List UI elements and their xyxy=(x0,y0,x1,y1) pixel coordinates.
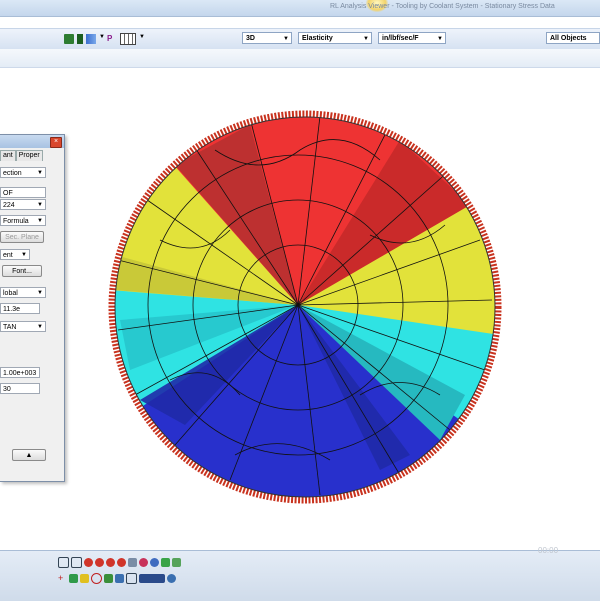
min-field[interactable]: 1.00e+003 xyxy=(0,367,40,378)
redo-icon[interactable] xyxy=(71,557,82,568)
gear-icon[interactable] xyxy=(150,558,159,567)
panel-tabs: ant Proper xyxy=(0,150,43,161)
type-select-value: ection xyxy=(3,170,22,177)
grid-icon[interactable] xyxy=(120,33,136,45)
chevron-down-icon: ▼ xyxy=(283,36,289,42)
chevron-down-icon: ▼ xyxy=(37,290,43,296)
view-combo-value: 3D xyxy=(246,35,255,42)
p-icon[interactable]: P xyxy=(107,34,117,44)
title-bar: RL Analysis Viewer - Tooling by Coolant … xyxy=(0,0,600,17)
dropdown-arrow-icon[interactable]: ▼ xyxy=(99,34,105,44)
tab-properties[interactable]: Proper xyxy=(15,150,43,161)
chevron-down-icon: ▼ xyxy=(37,324,43,330)
plus-icon[interactable]: + xyxy=(58,574,67,583)
save-icon[interactable] xyxy=(172,558,181,567)
pen-icon[interactable] xyxy=(128,558,137,567)
view-icon[interactable] xyxy=(115,574,124,583)
stress-plot xyxy=(108,110,502,504)
chart-icon[interactable] xyxy=(86,34,96,44)
sec-plane-button[interactable]: Sec. Plane xyxy=(0,231,44,243)
id-select[interactable]: 224 ▼ xyxy=(0,199,46,210)
secondary-band xyxy=(0,49,600,68)
main-toolbar: ▼ P ▼ 3D ▼ Elasticity ▼ in/lbf/sec/F ▼ All … xyxy=(0,28,600,50)
mesh-icon[interactable] xyxy=(139,574,165,583)
expand-button[interactable]: ▲ xyxy=(12,449,46,461)
filter-combo-value: All Objects xyxy=(550,35,587,42)
component-select-value: ent xyxy=(3,252,13,259)
component-select[interactable]: ent ▼ xyxy=(0,249,30,260)
bottom-toolbar-row-2: + xyxy=(58,573,176,584)
coord-select[interactable]: lobal ▼ xyxy=(0,287,46,298)
circle-icon[interactable] xyxy=(91,573,102,584)
scale-select[interactable]: TAN ▼ xyxy=(0,321,46,332)
target-icon[interactable] xyxy=(139,558,148,567)
result-combo[interactable]: Elasticity ▼ xyxy=(298,32,372,44)
refresh-icon[interactable] xyxy=(161,558,170,567)
node-icon[interactable] xyxy=(69,574,78,583)
section-icon[interactable] xyxy=(77,34,83,44)
type-select[interactable]: ection ▼ xyxy=(0,167,46,178)
step-field[interactable]: 30 xyxy=(0,383,40,394)
model-viewport[interactable] xyxy=(0,68,600,550)
grid-icon[interactable] xyxy=(126,573,137,584)
stop-icon[interactable] xyxy=(84,558,93,567)
max-field[interactable]: 11.3e xyxy=(0,303,40,314)
bottom-toolbar: + xyxy=(0,550,600,601)
chevron-down-icon: ▼ xyxy=(437,36,443,42)
window-title: RL Analysis Viewer - Tooling by Coolant … xyxy=(330,3,555,10)
panel-header: × xyxy=(0,135,64,148)
view-combo[interactable]: 3D ▼ xyxy=(242,32,292,44)
undo-icon[interactable] xyxy=(58,557,69,568)
formula-select[interactable]: Formula ▼ xyxy=(0,215,46,226)
line-icon[interactable] xyxy=(80,574,89,583)
result-combo-value: Elasticity xyxy=(302,35,333,42)
chevron-down-icon: ▼ xyxy=(37,202,43,208)
chevron-down-icon: ▼ xyxy=(37,218,43,224)
font-button[interactable]: Font... xyxy=(2,265,42,277)
element-icon[interactable] xyxy=(104,574,113,583)
properties-panel: × ant Proper ection ▼ OF 224 ▼ Formula ▼ Se… xyxy=(0,134,65,482)
toolbar-icons: ▼ P ▼ xyxy=(64,32,145,46)
mesh-icon[interactable] xyxy=(64,34,74,44)
display-icon[interactable] xyxy=(167,574,176,583)
coord-select-value: lobal xyxy=(3,290,18,297)
formula-select-value: Formula xyxy=(3,218,29,225)
close-icon[interactable]: × xyxy=(50,137,62,148)
dropdown-arrow-icon[interactable]: ▼ xyxy=(139,34,145,44)
chevron-down-icon: ▼ xyxy=(37,170,43,176)
chevron-down-icon: ▼ xyxy=(363,36,369,42)
stop-icon[interactable] xyxy=(95,558,104,567)
chevron-down-icon: ▼ xyxy=(21,252,27,258)
filter-combo[interactable]: All Objects xyxy=(546,32,600,44)
stop-icon[interactable] xyxy=(106,558,115,567)
dof-field[interactable]: OF xyxy=(0,187,46,198)
bottom-toolbar-row-1 xyxy=(58,557,181,568)
unit-combo[interactable]: in/lbf/sec/F ▼ xyxy=(378,32,446,44)
video-timestamp: 00:00 xyxy=(538,546,559,555)
unit-combo-value: in/lbf/sec/F xyxy=(382,35,419,42)
id-select-value: 224 xyxy=(3,202,15,209)
stop-icon[interactable] xyxy=(117,558,126,567)
tab-component[interactable]: ant xyxy=(0,150,16,161)
scale-select-value: TAN xyxy=(3,324,17,331)
